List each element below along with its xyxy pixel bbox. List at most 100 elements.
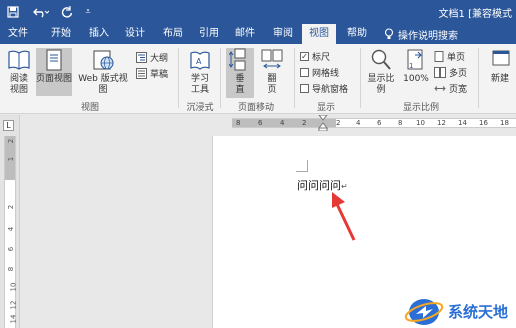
tell-me-search[interactable]: 操作说明搜索 xyxy=(384,24,458,44)
margin-corner-mark xyxy=(296,160,308,172)
ruler-number: 4 xyxy=(280,119,285,127)
gridlines-check-icon xyxy=(300,68,309,77)
watermark-logo-icon xyxy=(404,299,444,325)
ruler-number: 12 xyxy=(437,119,446,127)
tab-file[interactable]: 文件 xyxy=(0,24,36,44)
group-zoom-label: 显示比例 xyxy=(402,103,439,113)
vertical-label: 垂直 xyxy=(235,74,245,95)
ruler-number: 6 xyxy=(377,119,382,127)
tab-home[interactable]: 开始 xyxy=(44,24,78,44)
tab-references[interactable]: 引用 xyxy=(192,24,226,44)
learning-tools-icon: A xyxy=(190,51,210,70)
learning-tools-label: 学习工具 xyxy=(190,74,209,95)
watermark-text: 系统天地 xyxy=(448,302,509,321)
vertical-ruler[interactable]: 2 1 2 4 6 8 10 12 14 xyxy=(0,115,20,328)
group-separator xyxy=(360,48,361,108)
zoom-label: 显示比例 xyxy=(367,74,395,95)
group-separator xyxy=(478,48,479,108)
outline-button[interactable]: 大纲 xyxy=(136,51,168,64)
vertical-ruler-strip xyxy=(4,136,16,328)
group-show-label: 显示 xyxy=(316,103,335,113)
print-layout-label: 页面视图 xyxy=(36,74,73,84)
web-layout-button[interactable]: Web 版式视图 xyxy=(74,48,132,96)
group-page-movement-label: 页面移动 xyxy=(237,103,274,113)
ruler-number: 1 xyxy=(7,156,16,162)
page-width-button[interactable]: 页宽 xyxy=(434,82,467,95)
annotation-arrow-icon xyxy=(332,192,356,241)
group-separator xyxy=(294,48,295,108)
title-bar: ⩡ 文档1 [兼容模式 xyxy=(0,0,516,24)
multiple-pages-button[interactable]: 多页 xyxy=(434,66,467,79)
page-width-label: 页宽 xyxy=(449,85,468,95)
learning-tools-button[interactable]: A 学习工具 xyxy=(186,48,214,96)
side-to-side-button[interactable]: 翻页 xyxy=(258,48,286,96)
side-to-side-label: 翻页 xyxy=(267,74,277,95)
indent-marker-icon[interactable] xyxy=(318,115,328,131)
zoom-100-label: 100% xyxy=(403,74,429,84)
tab-view[interactable]: 视图 xyxy=(302,24,336,44)
vertical-button[interactable]: 垂直 xyxy=(226,48,254,98)
word-window: ⩡ 文档1 [兼容模式 文件 开始 插入 设计 布局 引用 邮件 审阅 视图 帮… xyxy=(0,0,516,328)
print-layout-button[interactable]: 页面视图 xyxy=(36,48,72,96)
save-icon[interactable] xyxy=(4,3,22,21)
ruler-number: 8 xyxy=(398,119,403,127)
tab-layout[interactable]: 布局 xyxy=(156,24,190,44)
zoom-100-button[interactable]: 1 100% xyxy=(402,48,430,85)
ruler-number: 18 xyxy=(500,119,509,127)
ruler-number: 8 xyxy=(7,266,16,272)
tab-selector-icon[interactable]: L xyxy=(3,120,14,131)
ruler-number: 6 xyxy=(7,246,16,252)
one-page-label: 单页 xyxy=(447,53,466,63)
new-window-button[interactable]: 新建 xyxy=(484,48,516,85)
multiple-pages-label: 多页 xyxy=(449,69,468,79)
group-immersive-label: 沉浸式 xyxy=(186,103,214,113)
tab-insert[interactable]: 插入 xyxy=(82,24,116,44)
web-layout-icon xyxy=(93,50,114,70)
ruler-number: 14 xyxy=(9,314,18,324)
nav-pane-check-icon xyxy=(300,84,309,93)
document-title: 文档1 [兼容模式 xyxy=(438,9,512,20)
svg-text:1: 1 xyxy=(409,62,413,70)
gridlines-checkbox[interactable]: 网格线 xyxy=(300,66,339,79)
undo-icon[interactable] xyxy=(30,3,52,21)
ruler-label: 标尺 xyxy=(312,53,331,63)
tab-mailings[interactable]: 邮件 xyxy=(228,24,262,44)
outline-label: 大纲 xyxy=(150,54,169,64)
ribbon-tabs: 文件 开始 插入 设计 布局 引用 邮件 审阅 视图 帮助 操作说明搜索 xyxy=(0,24,516,44)
ruler-number: 4 xyxy=(7,226,16,232)
zoom-button[interactable]: 显示比例 xyxy=(364,48,398,96)
site-watermark: 系统天地 xyxy=(404,294,508,328)
read-mode-label: 阅读视图 xyxy=(9,74,28,95)
ruler-number: 8 xyxy=(236,119,241,127)
nav-pane-checkbox[interactable]: 导航窗格 xyxy=(300,82,348,95)
ruler-number: 4 xyxy=(356,119,361,127)
zoom-100-icon: 1 xyxy=(407,49,423,70)
ruler-number: 14 xyxy=(458,119,467,127)
customize-quick-access-icon[interactable]: ⩡ xyxy=(82,3,94,21)
redo-icon[interactable] xyxy=(58,3,76,21)
vertical-pages-icon xyxy=(229,48,246,71)
read-mode-button[interactable]: 阅读视图 xyxy=(4,48,34,96)
new-window-label: 新建 xyxy=(490,74,509,84)
draft-button[interactable]: 草稿 xyxy=(136,67,168,80)
ruler-number: 2 xyxy=(7,204,16,210)
ruler-number: 6 xyxy=(258,119,263,127)
draft-label: 草稿 xyxy=(150,70,169,80)
ruler-number: 2 xyxy=(7,138,16,144)
horizontal-ruler[interactable]: 8 6 4 2 2 4 6 8 10 12 14 16 18 20 xyxy=(20,115,516,131)
one-page-icon xyxy=(434,51,444,62)
tab-review[interactable]: 审阅 xyxy=(266,24,300,44)
tab-help[interactable]: 帮助 xyxy=(340,24,374,44)
outline-icon xyxy=(136,52,147,63)
lightbulb-icon xyxy=(384,28,394,39)
ruler-number: 12 xyxy=(9,300,18,310)
group-views-label: 视图 xyxy=(80,103,99,113)
gridlines-label: 网格线 xyxy=(312,69,340,79)
one-page-button[interactable]: 单页 xyxy=(434,50,465,63)
nav-pane-label: 导航窗格 xyxy=(312,85,349,95)
group-separator xyxy=(220,48,221,108)
ribbon-view: 阅读视图 页面视图 Web 版式视图 大纲 草稿 视图 A 学习工具 沉浸式 垂… xyxy=(0,44,516,114)
svg-text:A: A xyxy=(196,57,202,66)
ruler-checkbox[interactable]: ✓ 标尺 xyxy=(300,50,330,63)
tab-design[interactable]: 设计 xyxy=(118,24,152,44)
